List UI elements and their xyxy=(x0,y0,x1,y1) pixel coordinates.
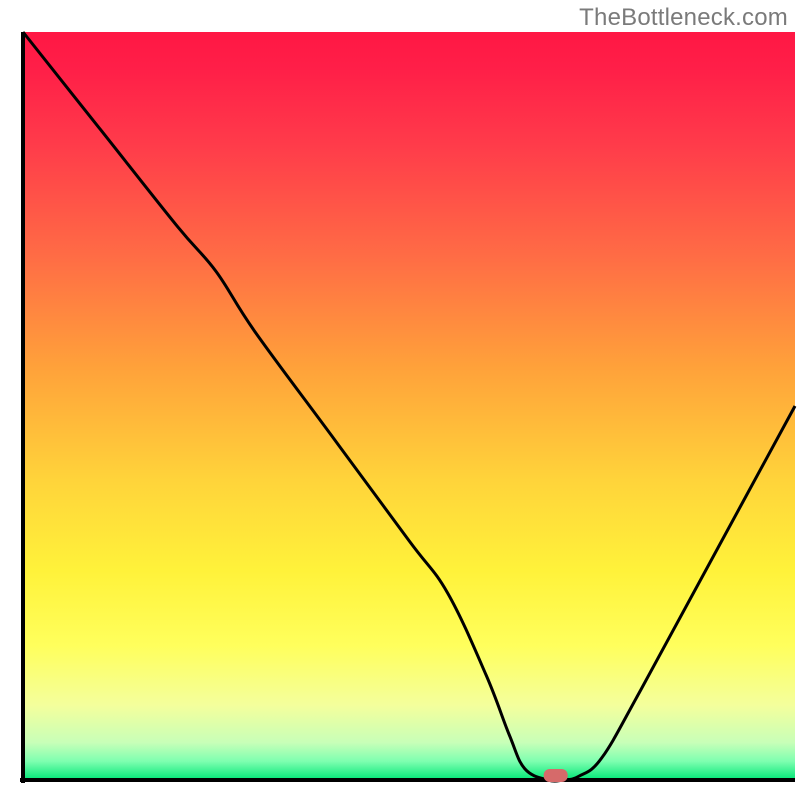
chart-svg xyxy=(0,0,800,800)
watermark-label: TheBottleneck.com xyxy=(579,4,788,32)
bottleneck-chart: TheBottleneck.com xyxy=(0,0,800,800)
plot-background xyxy=(23,32,795,780)
optimal-marker xyxy=(544,769,568,782)
